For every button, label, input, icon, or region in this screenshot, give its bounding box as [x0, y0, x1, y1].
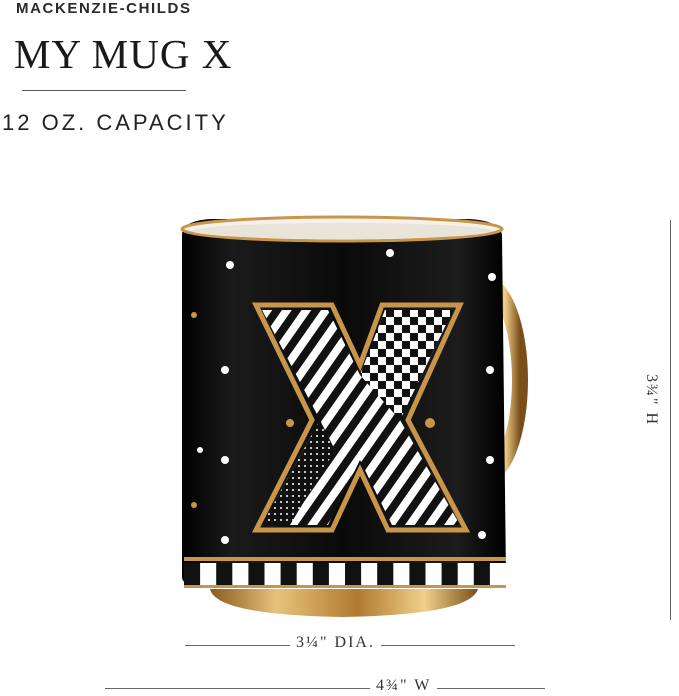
height-label: 3¾" H: [642, 330, 660, 470]
brand-name: MACKENZIE-CHILDS: [16, 0, 192, 17]
capacity-text: 12 OZ. CAPACITY: [2, 110, 229, 135]
mug-image: [180, 215, 528, 617]
product-title: MY MUG X: [14, 31, 233, 77]
diameter-label: 3¼" DIA.: [290, 634, 381, 652]
width-label: 4¾" W: [370, 677, 438, 695]
height-line: [670, 220, 671, 620]
width-line: [105, 688, 545, 689]
title-divider: [22, 90, 186, 91]
